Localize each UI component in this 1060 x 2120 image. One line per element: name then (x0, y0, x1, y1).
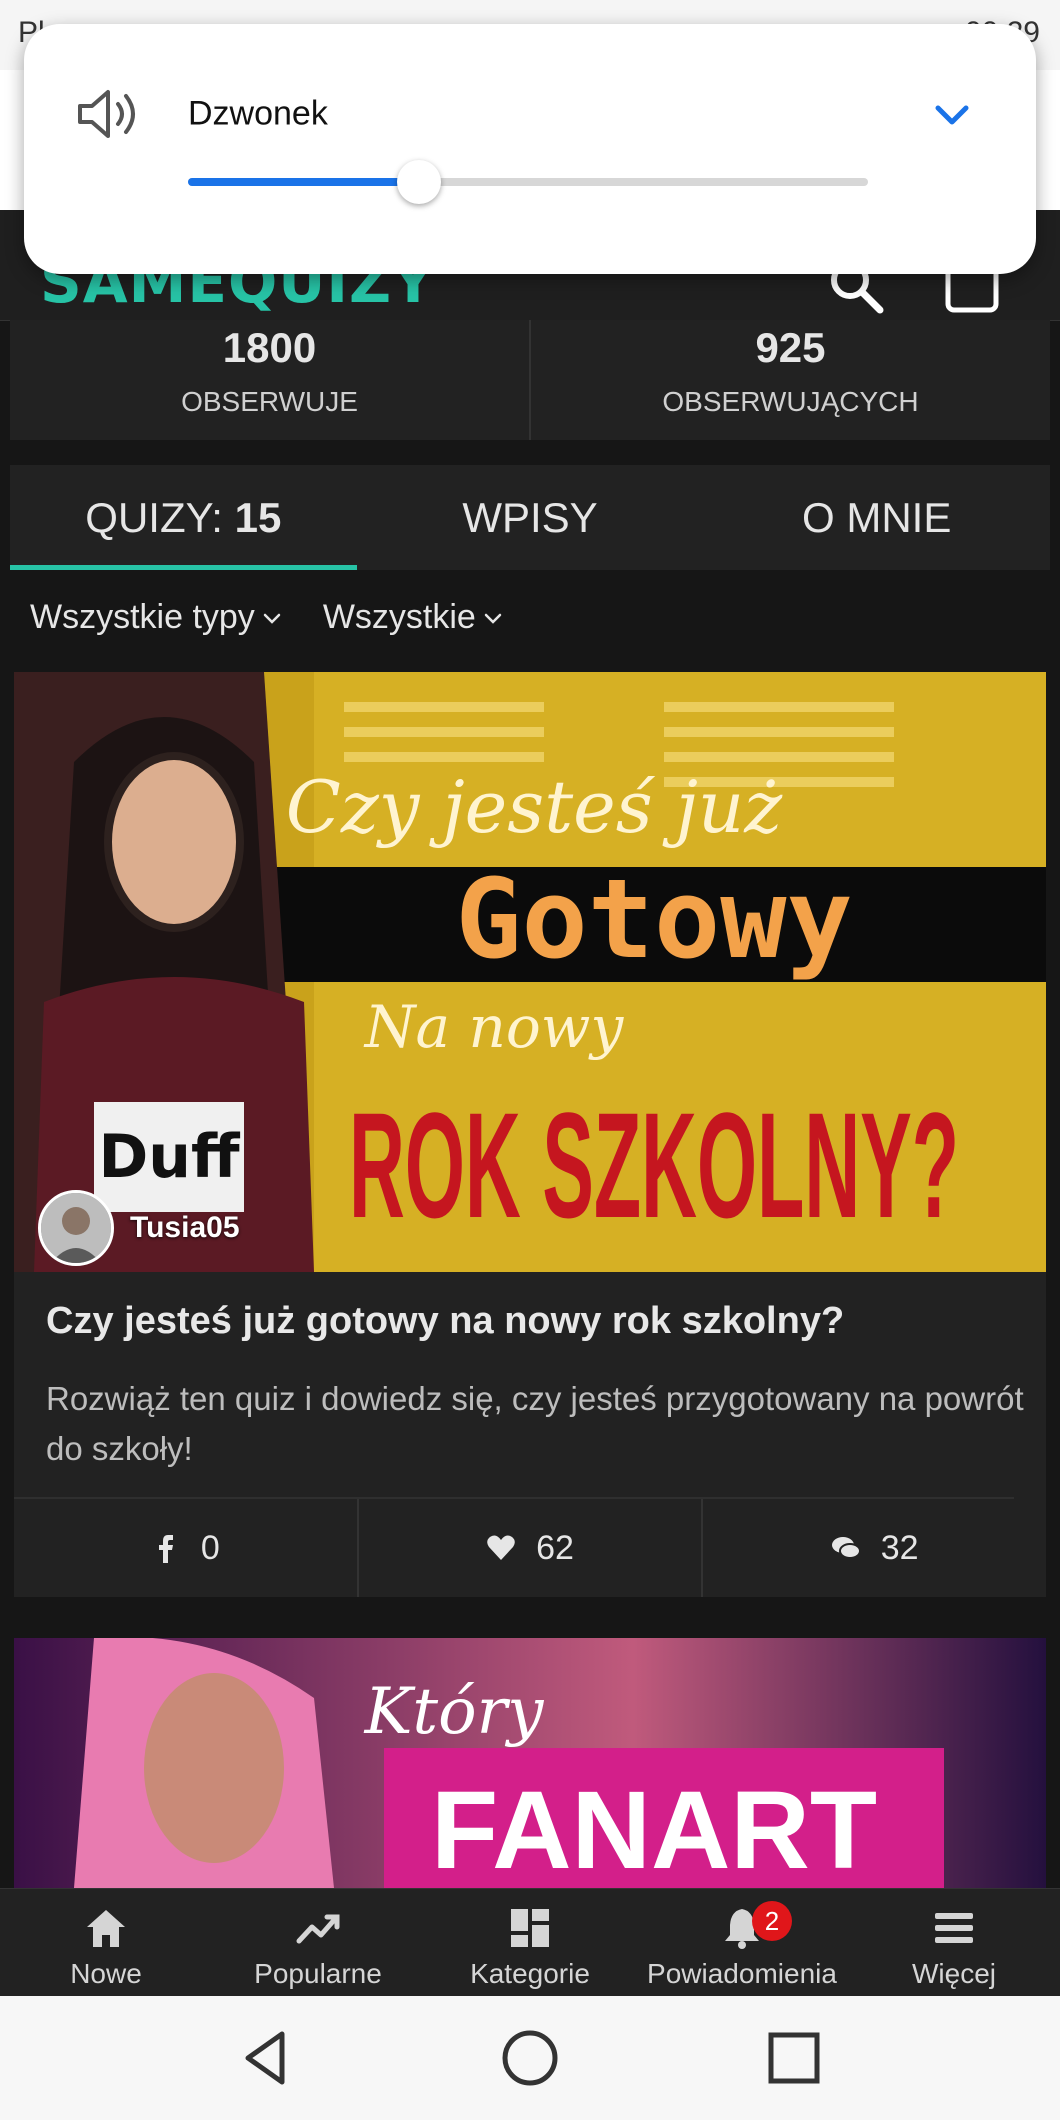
nav-notifications[interactable]: 2 Powiadomienia (636, 1889, 848, 1997)
stat-number: 925 (755, 324, 826, 371)
share-button[interactable]: 0 (14, 1499, 357, 1597)
author-name[interactable]: Tusia05 (130, 1211, 240, 1245)
volume-panel: Dzwonek (24, 24, 1036, 274)
nav-label: Więcej (911, 1958, 996, 1989)
tab-count: 15 (234, 494, 282, 541)
profile-tabs: QUIZY: 15 WPISY O MNIE (10, 465, 1050, 570)
svg-text:Który: Który (364, 1675, 545, 1749)
svg-text:Czy jesteś już: Czy jesteś już (286, 765, 784, 849)
tab-label: O MNIE (802, 494, 952, 541)
volume-slider[interactable] (188, 160, 868, 204)
nav-popular[interactable]: Popularne (212, 1889, 424, 1997)
system-navigation-bar (0, 1996, 1060, 2120)
back-icon[interactable] (234, 2026, 298, 2090)
home-button-icon[interactable] (498, 2026, 562, 2090)
facebook-icon (158, 1535, 173, 1563)
avatar[interactable] (38, 1190, 114, 1266)
svg-text:Gotowy: Gotowy (455, 855, 852, 983)
svg-text:FANART: FANART (431, 1769, 877, 1888)
quiz-author[interactable]: Tusia05 (38, 1190, 240, 1266)
stat-number: 1800 (222, 324, 317, 371)
tab-label: QUIZY: (85, 494, 223, 541)
stat-label: OBSERWUJE (181, 386, 358, 417)
profile-stats: 1800 OBSERWUJE 925 OBSERWUJĄCYCH (10, 320, 1050, 440)
speaker-icon[interactable] (74, 84, 144, 144)
svg-text:ROK SZKOLNY?: ROK SZKOLNY? (349, 1081, 959, 1249)
tab-posts[interactable]: WPISY (357, 465, 704, 570)
nav-categories[interactable]: Kategorie (424, 1889, 636, 1997)
filters: Wszystkie typy Wszystkie (30, 598, 504, 637)
nav-label: Powiadomienia (647, 1958, 837, 1989)
nav-new[interactable]: Nowe (0, 1889, 212, 1997)
like-count: 62 (536, 1528, 574, 1567)
trending-icon (296, 1914, 340, 1944)
quiz-description: Rozwiąż ten quiz i dowiedz się, czy jest… (46, 1380, 1024, 1467)
heart-icon (487, 1535, 515, 1560)
grid-icon (511, 1909, 549, 1947)
filter-type-dropdown[interactable]: Wszystkie typy (30, 598, 283, 637)
tab-label: WPISY (462, 494, 598, 541)
volume-slider-fill (188, 178, 420, 186)
menu-icon (935, 1913, 973, 1943)
nav-label: Nowe (70, 1958, 142, 1989)
quiz-actions: 0 62 32 (14, 1499, 1046, 1597)
nav-more[interactable]: Więcej (848, 1889, 1060, 1997)
nav-label: Kategorie (470, 1958, 590, 1989)
volume-stream-label: Dzwonek (188, 94, 328, 133)
bottom-navigation: Nowe Popularne Kategorie 2 Powiadomienia (0, 1888, 1060, 1997)
recents-icon[interactable] (762, 2026, 826, 2090)
stat-following[interactable]: 1800 OBSERWUJE (10, 320, 529, 440)
stat-followers[interactable]: 925 OBSERWUJĄCYCH (529, 320, 1050, 440)
share-count: 0 (200, 1528, 220, 1567)
comments-icon (831, 1537, 861, 1559)
filter-label: Wszystkie (322, 598, 476, 636)
notification-badge: 2 (752, 1901, 792, 1941)
chevron-down-icon (484, 613, 502, 624)
tab-quizzes[interactable]: QUIZY: 15 (10, 465, 357, 570)
chevron-down-icon (263, 613, 281, 624)
filter-label: Wszystkie typy (30, 598, 255, 636)
quiz-card[interactable]: Duff Czy jesteś już Gotowy Na nowy ROK S… (14, 672, 1046, 1597)
comment-count: 32 (880, 1528, 919, 1567)
stat-label: OBSERWUJĄCYCH (662, 386, 919, 417)
svg-text:Duff: Duff (98, 1122, 241, 1192)
quiz-title[interactable]: Czy jesteś już gotowy na nowy rok szkoln… (46, 1300, 1006, 1343)
chevron-down-icon[interactable] (932, 96, 972, 136)
quiz-thumbnail-art: Który FANART (14, 1638, 1046, 1888)
comments-button[interactable]: 32 (701, 1499, 1046, 1597)
tab-about[interactable]: O MNIE (703, 465, 1050, 570)
quiz-thumbnail[interactable]: Duff Czy jesteś już Gotowy Na nowy ROK S… (14, 672, 1046, 1272)
quiz-card[interactable]: Który FANART (14, 1638, 1046, 1888)
quiz-thumbnail-art: Duff Czy jesteś już Gotowy Na nowy ROK S… (14, 672, 1046, 1272)
filter-all-dropdown[interactable]: Wszystkie (323, 598, 504, 637)
volume-slider-thumb[interactable] (397, 160, 442, 204)
svg-text:Na nowy: Na nowy (363, 993, 625, 1061)
nav-label: Popularne (254, 1958, 382, 1989)
like-button[interactable]: 62 (356, 1499, 702, 1597)
home-icon (87, 1910, 125, 1947)
